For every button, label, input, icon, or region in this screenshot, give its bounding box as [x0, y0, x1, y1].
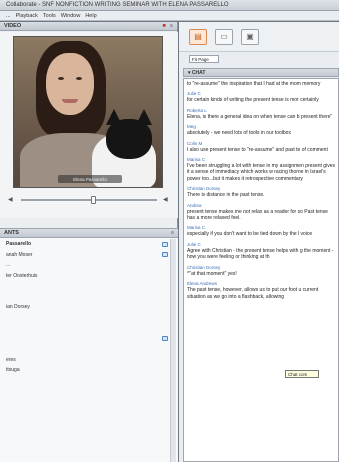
- person-face: [46, 53, 94, 115]
- attendees-panel: ANTS ≡ Passarello anah Moser... ter Ooster…: [0, 228, 178, 462]
- attendee-name: anah Moser: [6, 251, 33, 258]
- person-eye-right: [76, 77, 82, 80]
- attendee-name: ...: [6, 262, 11, 269]
- chat-text: absolutely - we need lots of tools in ou…: [187, 130, 291, 137]
- chat-text: to "re-assume" the inspiration that I ha…: [187, 81, 321, 87]
- attendee-name: ter Oosterhuis: [6, 272, 38, 279]
- attendee-name: eres: [6, 356, 16, 363]
- chat-message: Julie C Agree with Christian - the presen…: [187, 242, 335, 261]
- chat-message: Julie Cfor certain kinds of writing the …: [187, 91, 335, 103]
- chat-text: especially if you don't want to be tied …: [187, 231, 313, 238]
- attendee-row[interactable]: eres: [0, 355, 178, 366]
- attendee-row[interactable]: [0, 386, 178, 397]
- status-icon: [162, 252, 168, 258]
- menu-bar: ... Playback Tools Window Help: [0, 11, 339, 21]
- person-mouth: [62, 99, 78, 103]
- menu-item-window[interactable]: Window: [61, 13, 81, 19]
- chat-header: ▾ CHAT: [183, 68, 339, 77]
- chat-message: to "re-assume" the inspiration that I ha…: [187, 81, 335, 87]
- speaker-loud-icon[interactable]: ◀: [163, 197, 170, 203]
- cat-ear-right: [136, 109, 152, 125]
- window-title: Collaborate - SNF NONFICTION WRITING SEM…: [6, 2, 229, 8]
- chat-text: There is distance in the past tense.: [187, 192, 265, 199]
- attendee-row[interactable]: ...: [0, 260, 178, 271]
- share-file-icon[interactable]: ▣: [241, 28, 259, 45]
- share-app-icon[interactable]: ▭: [215, 28, 233, 45]
- attendee-row[interactable]: Passarello: [0, 239, 178, 250]
- chat-text: Agree with Christian - the present tense…: [187, 247, 334, 261]
- volume-row: ◀ ◀: [0, 194, 178, 206]
- chat-title: CHAT: [191, 69, 206, 76]
- attendee-row[interactable]: [0, 313, 178, 324]
- volume-slider[interactable]: [21, 196, 157, 204]
- chat-text: for certain kinds of writing the present…: [187, 97, 319, 104]
- panel-menu-icon[interactable]: ≡: [170, 23, 173, 29]
- attendee-row[interactable]: ter Oosterhuis: [0, 271, 178, 282]
- attendee-row[interactable]: [0, 334, 178, 345]
- camera-icon[interactable]: ■: [162, 23, 165, 29]
- right-pane: ▤ ▭ ▣ Fit Page ▾ CHAT to "re-assume" the…: [179, 22, 339, 462]
- menu-item-help[interactable]: Help: [85, 13, 96, 19]
- attendee-row[interactable]: [0, 292, 178, 303]
- chat-tooltip: Chat com: [285, 370, 319, 378]
- chat-log: to "re-assume" the inspiration that I ha…: [183, 78, 339, 462]
- content-toolbar: ▤ ▭ ▣: [179, 22, 339, 52]
- attendee-name: ian Dorsey: [6, 304, 30, 311]
- video-panel-title: VIDEO: [4, 23, 22, 29]
- chat-message: Elena Andrews The past tense, however, al…: [187, 281, 335, 300]
- status-icon: [162, 336, 168, 342]
- attendee-name: Passarello: [6, 241, 32, 248]
- status-icon: [162, 241, 168, 247]
- video-panel-header: VIDEO ■ ≡: [0, 22, 177, 31]
- attendee-row[interactable]: [0, 376, 178, 387]
- chat-message: Andrea present tense makes me not relax a…: [187, 203, 335, 222]
- attendees-panel-header: ANTS ≡: [0, 229, 178, 238]
- volume-slider-thumb[interactable]: [91, 196, 96, 204]
- chat-text: Elena, is there a general idea on when t…: [187, 113, 333, 120]
- chat-text: present tense makes me not relax as a re…: [187, 208, 328, 222]
- cat-head: [106, 119, 152, 159]
- window-titlebar: Collaborate - SNF NONFICTION WRITING SEM…: [0, 0, 339, 11]
- chat-message: Marisa Cespecially if you don't want to …: [187, 225, 335, 237]
- cat-ear-left: [106, 109, 122, 125]
- attendee-name: ttsuga: [6, 367, 20, 374]
- video-feed: Elena Passarello: [13, 36, 163, 188]
- panel-menu-icon[interactable]: ≡: [171, 230, 174, 236]
- chat-message: Christian Dorsey ^"at that moment" yes!: [187, 265, 335, 277]
- chat-message: Marisa C I've been struggling a lot with …: [187, 157, 335, 182]
- attendee-scrollbar[interactable]: [170, 239, 176, 462]
- attendee-row[interactable]: ian Dorsey: [0, 302, 178, 313]
- menu-item-tools[interactable]: Tools: [43, 13, 56, 19]
- attendee-row[interactable]: [0, 281, 178, 292]
- chat-text: ^"at that moment" yes!: [187, 270, 237, 277]
- menu-item-ellipsis[interactable]: ...: [6, 13, 11, 19]
- attendee-row[interactable]: ttsuga: [0, 365, 178, 376]
- video-area: Elena Passarello ◀ ◀: [0, 32, 178, 218]
- speaker-icon[interactable]: ◀: [8, 197, 15, 203]
- attendee-row[interactable]: anah Moser: [0, 250, 178, 261]
- chat-message: Meg absolutely - we need lots of tools in…: [187, 124, 335, 136]
- attendees-panel-title: ANTS: [4, 230, 19, 236]
- chat-text: I also use present tense to "re-assume" …: [187, 146, 328, 153]
- menu-item-playback[interactable]: Playback: [16, 13, 38, 19]
- chat-text: I've been struggling a lot with tense in…: [187, 163, 335, 182]
- chat-message: Colin MI also use present tense to "re-a…: [187, 141, 335, 153]
- attendee-list: Passarello anah Moser... ter Oosterhuis ian…: [0, 239, 178, 397]
- attendee-row[interactable]: [0, 323, 178, 334]
- fit-row: Fit Page: [179, 53, 339, 65]
- chat-message: Christian Dorsey There is distance in the…: [187, 186, 335, 198]
- person-eye-left: [58, 77, 64, 80]
- video-caption: Elena Passarello: [58, 175, 122, 183]
- whiteboard-icon[interactable]: ▤: [189, 28, 207, 45]
- chat-text: The past tense, however, allows us to pu…: [187, 287, 319, 300]
- chat-message: Roberta L Elena, is there a general idea …: [187, 108, 335, 120]
- attendee-row[interactable]: [0, 344, 178, 355]
- left-pane: VIDEO ■ ≡ Elena Passarello ◀ ◀ ANTS ≡ Pa…: [0, 22, 178, 462]
- fit-page-select[interactable]: Fit Page: [189, 55, 219, 63]
